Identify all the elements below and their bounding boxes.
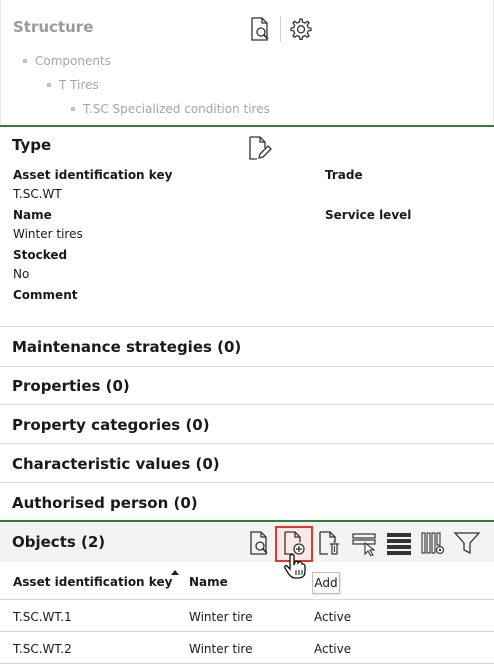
tree-item-label: T Tires <box>59 78 99 92</box>
add-tooltip: Add <box>312 572 340 594</box>
type-panel: Type Asset identification key T.SC.WT Tr… <box>0 126 494 326</box>
stocked-label: Stocked <box>13 248 68 262</box>
type-title: Type <box>12 136 52 154</box>
table-divider <box>0 631 494 632</box>
column-header-asset-key[interactable]: Asset identification key <box>13 575 172 589</box>
sort-ascending-icon[interactable] <box>171 570 179 575</box>
name-value: Winter tires <box>13 227 83 241</box>
asset-key-value: T.SC.WT <box>13 187 62 201</box>
document-search-icon[interactable] <box>245 14 275 44</box>
table-view-icon[interactable] <box>384 528 414 558</box>
section-divider <box>0 482 494 483</box>
cell-asset-key: T.SC.WT.2 <box>13 642 72 656</box>
section-characteristic-values[interactable]: Characteristic values (0) <box>12 455 220 473</box>
toolbar-separator <box>280 16 281 42</box>
structure-panel: Structure Components T Tires T.SC Specia… <box>0 0 494 126</box>
document-delete-icon[interactable] <box>314 528 344 558</box>
structure-title: Structure <box>13 18 94 36</box>
section-divider <box>0 326 494 327</box>
section-divider <box>0 366 494 367</box>
cell-name: Winter tire <box>189 610 253 624</box>
tree-bullet <box>47 82 51 87</box>
section-divider <box>0 404 494 405</box>
stocked-value: No <box>13 267 30 281</box>
asset-key-label: Asset identification key <box>13 168 173 182</box>
tree-item-tires[interactable]: T Tires <box>47 78 99 92</box>
gear-icon[interactable] <box>285 14 315 44</box>
section-property-categories[interactable]: Property categories (0) <box>12 416 210 434</box>
section-authorised-person[interactable]: Authorised person (0) <box>12 494 198 512</box>
list-select-icon[interactable] <box>350 528 380 558</box>
cell-status: Active <box>314 642 352 656</box>
section-properties[interactable]: Properties (0) <box>12 377 130 395</box>
service-level-label: Service level <box>325 208 412 222</box>
tree-bullet <box>23 58 27 63</box>
filter-icon[interactable] <box>452 528 482 558</box>
tree-item-label: T.SC Specialized condition tires <box>83 102 270 116</box>
cell-asset-key: T.SC.WT.1 <box>13 610 72 624</box>
hand-cursor-icon <box>284 553 306 583</box>
comment-label: Comment <box>13 288 78 302</box>
document-search-icon[interactable] <box>244 528 274 558</box>
tree-bullet <box>71 106 75 111</box>
tree-item-specialized-tires[interactable]: T.SC Specialized condition tires <box>71 102 270 116</box>
section-maintenance-strategies[interactable]: Maintenance strategies (0) <box>12 338 241 356</box>
table-divider <box>0 663 494 664</box>
objects-title[interactable]: Objects (2) <box>12 533 105 551</box>
tree-item-components[interactable]: Components <box>23 54 111 68</box>
trade-label: Trade <box>325 168 363 182</box>
cell-status: Active <box>314 610 352 624</box>
column-settings-icon[interactable] <box>418 528 448 558</box>
name-label: Name <box>13 208 52 222</box>
cell-name: Winter tire <box>189 642 253 656</box>
document-edit-icon[interactable] <box>244 133 274 163</box>
tree-item-label: Components <box>35 54 111 68</box>
section-divider <box>0 443 494 444</box>
table-divider <box>0 599 494 600</box>
column-header-name[interactable]: Name <box>189 575 228 589</box>
